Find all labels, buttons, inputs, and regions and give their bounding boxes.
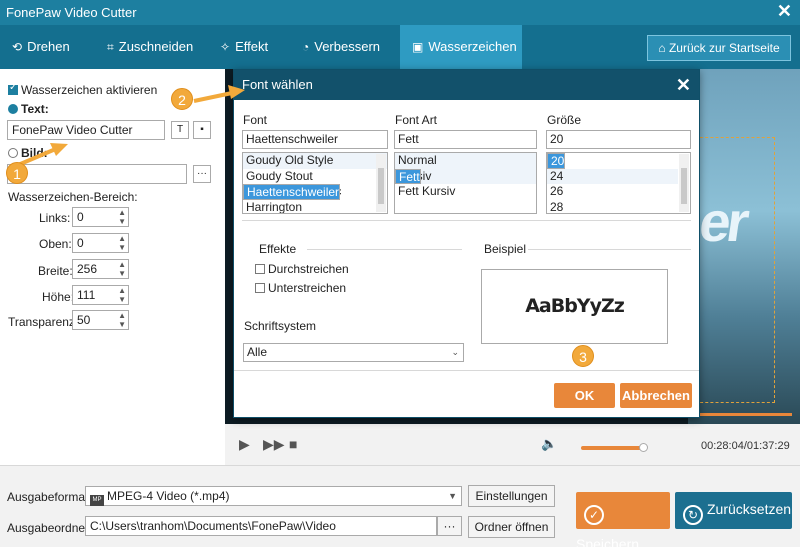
- arrow-two-head: [228, 85, 245, 99]
- arrow-one: [17, 146, 59, 167]
- step-badge-1: 1: [6, 162, 28, 184]
- annotation-arrows: [17, 85, 245, 167]
- arrow-two: [193, 91, 233, 103]
- step-badge-3: 3: [572, 345, 594, 367]
- step-badge-2: 2: [171, 88, 193, 110]
